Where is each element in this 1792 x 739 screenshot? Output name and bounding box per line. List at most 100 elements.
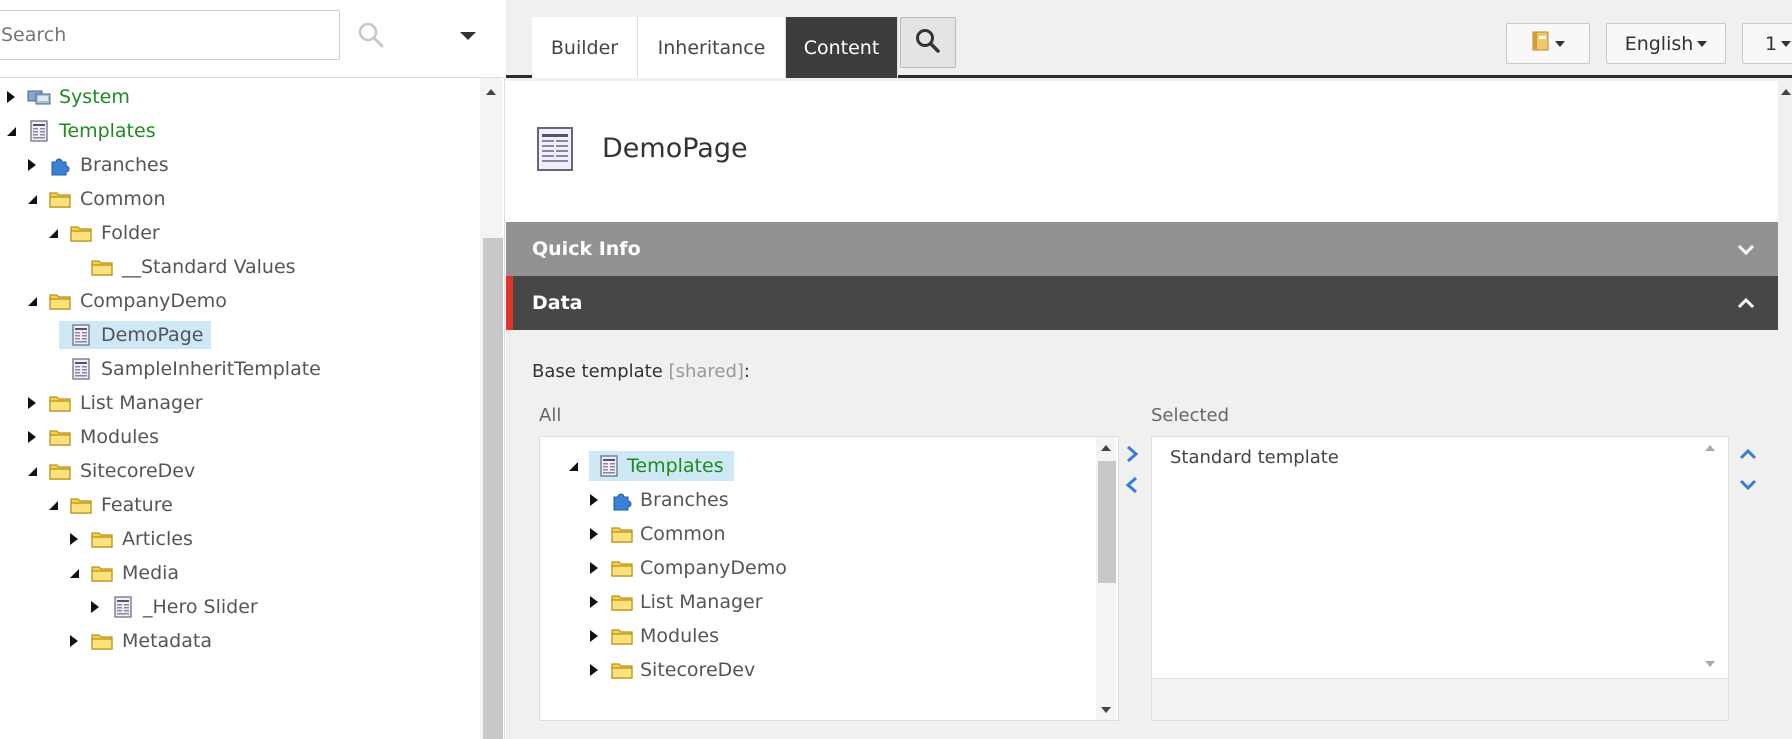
editor-scrollbar[interactable] [1778, 81, 1792, 739]
expand-icon[interactable] [586, 492, 602, 508]
selected-list-scrollbar[interactable] [1700, 437, 1720, 678]
tree-item-content[interactable]: Templates [27, 119, 156, 143]
list-item[interactable]: SitecoreDev [586, 653, 755, 687]
chevron-down-icon[interactable] [456, 26, 480, 46]
tab-builder[interactable]: Builder [532, 17, 638, 78]
expand-icon[interactable] [66, 531, 82, 547]
tree-item[interactable]: System [3, 80, 130, 114]
tab-content[interactable]: Content [786, 17, 898, 78]
tree-item-content[interactable]: List Manager [48, 391, 203, 415]
tree-item-content[interactable]: Templates [589, 451, 734, 481]
tree-item[interactable]: _Hero Slider [87, 590, 258, 624]
tree-item-content[interactable]: Branches [610, 488, 729, 512]
tree-item[interactable]: __Standard Values [66, 250, 296, 284]
expand-icon[interactable] [24, 157, 40, 173]
tree-item-content[interactable]: CompanyDemo [610, 556, 787, 580]
chevron-down-icon[interactable] [1736, 239, 1756, 259]
list-item[interactable]: Branches [586, 483, 729, 517]
all-list-scrollbar[interactable] [1096, 437, 1116, 720]
tree-item-content[interactable]: Media [90, 561, 179, 585]
tree-item[interactable]: Modules [24, 420, 159, 454]
list-item[interactable]: Modules [586, 619, 719, 653]
list-item[interactable]: List Manager [586, 585, 763, 619]
expand-icon[interactable] [66, 633, 82, 649]
list-item[interactable]: Templates [565, 449, 734, 483]
tab-inheritance[interactable]: Inheritance [638, 17, 786, 78]
item-options-button[interactable] [1506, 23, 1590, 64]
collapse-icon[interactable] [24, 463, 40, 479]
add-template-icon[interactable] [1121, 443, 1143, 465]
tree-item[interactable]: List Manager [24, 386, 203, 420]
selected-templates-list[interactable]: Standard template [1151, 436, 1729, 721]
expand-icon[interactable] [586, 526, 602, 542]
section-data[interactable]: Data [506, 276, 1778, 330]
version-select[interactable]: 1 [1742, 23, 1792, 64]
tree-item-content[interactable]: CompanyDemo [48, 289, 227, 313]
list-item[interactable]: CompanyDemo [586, 551, 787, 585]
content-editor: Media LibrarySystemTemplatesBranchesComm… [0, 0, 1792, 739]
language-select[interactable]: English [1606, 23, 1726, 64]
tree-item-content[interactable]: Modules [610, 624, 719, 648]
expand-icon[interactable] [586, 662, 602, 678]
tree-item[interactable]: Common [24, 182, 166, 216]
chevron-up-icon[interactable] [1736, 293, 1756, 313]
tree-item-content[interactable]: _Hero Slider [111, 595, 258, 619]
move-up-icon[interactable] [1737, 443, 1759, 465]
tree-item[interactable]: Folder [45, 216, 160, 250]
tree-item[interactable]: Metadata [66, 624, 212, 658]
expand-icon[interactable] [586, 628, 602, 644]
tree-item[interactable]: Branches [24, 148, 169, 182]
collapse-icon[interactable] [565, 458, 581, 474]
section-quick-info[interactable]: Quick Info [506, 222, 1778, 276]
chevron-down-icon [1781, 40, 1792, 47]
tree-item[interactable]: SampleInheritTemplate [45, 352, 321, 386]
expand-icon[interactable] [586, 594, 602, 610]
tree-item-content[interactable]: __Standard Values [90, 255, 296, 279]
collapse-icon[interactable] [24, 191, 40, 207]
search-icon[interactable] [356, 20, 386, 50]
tree-item[interactable]: DemoPage [45, 318, 212, 352]
tree-item-content[interactable]: Feature [69, 493, 173, 517]
remove-template-icon[interactable] [1121, 474, 1143, 496]
tree-item-content[interactable]: SitecoreDev [48, 459, 195, 483]
expand-icon[interactable] [3, 89, 19, 105]
tree-item-content[interactable]: DemoPage [59, 321, 212, 349]
tree-item-content[interactable]: SitecoreDev [610, 658, 755, 682]
tree-item-content[interactable]: Common [610, 522, 726, 546]
collapse-icon[interactable] [66, 565, 82, 581]
tree-item-content[interactable]: Metadata [90, 629, 212, 653]
tree-item[interactable]: Feature [45, 488, 173, 522]
expand-icon[interactable] [586, 560, 602, 576]
tree-item-content[interactable]: SampleInheritTemplate [69, 357, 321, 381]
expand-icon[interactable] [87, 599, 103, 615]
tree-scrollbar[interactable] [480, 78, 503, 739]
selected-template-item[interactable]: Standard template [1170, 440, 1339, 474]
tree-item-content[interactable]: Branches [48, 153, 169, 177]
all-templates-tree[interactable]: Templates Branches Common CompanyDemo List M… [539, 436, 1119, 721]
collapse-icon[interactable] [3, 123, 19, 139]
expand-icon[interactable] [24, 429, 40, 445]
collapse-icon[interactable] [24, 293, 40, 309]
tree-item[interactable]: Articles [66, 522, 193, 556]
tree-item-content[interactable]: Common [48, 187, 166, 211]
tree-item[interactable]: SitecoreDev [24, 454, 195, 488]
list-item[interactable]: Common [586, 517, 726, 551]
tree-item-content[interactable]: Modules [48, 425, 159, 449]
scrollbar-thumb[interactable] [1098, 461, 1116, 583]
move-down-icon[interactable] [1737, 474, 1759, 496]
expand-icon[interactable] [24, 395, 40, 411]
tree-item[interactable]: CompanyDemo [24, 284, 227, 318]
tree-search-input[interactable] [0, 10, 340, 60]
tree-item-content[interactable]: Folder [69, 221, 160, 245]
tree-item[interactable]: Templates [3, 114, 156, 148]
collapse-icon[interactable] [45, 225, 61, 241]
tree-item-label: Common [80, 188, 166, 210]
tree-item-content[interactable]: List Manager [610, 590, 763, 614]
scroll-up-icon[interactable] [484, 84, 498, 98]
search-button[interactable] [900, 17, 956, 68]
scrollbar-thumb[interactable] [483, 238, 503, 739]
tree-item-content[interactable]: System [27, 85, 130, 109]
tree-item[interactable]: Media [66, 556, 179, 590]
collapse-icon[interactable] [45, 497, 61, 513]
tree-item-content[interactable]: Articles [90, 527, 193, 551]
